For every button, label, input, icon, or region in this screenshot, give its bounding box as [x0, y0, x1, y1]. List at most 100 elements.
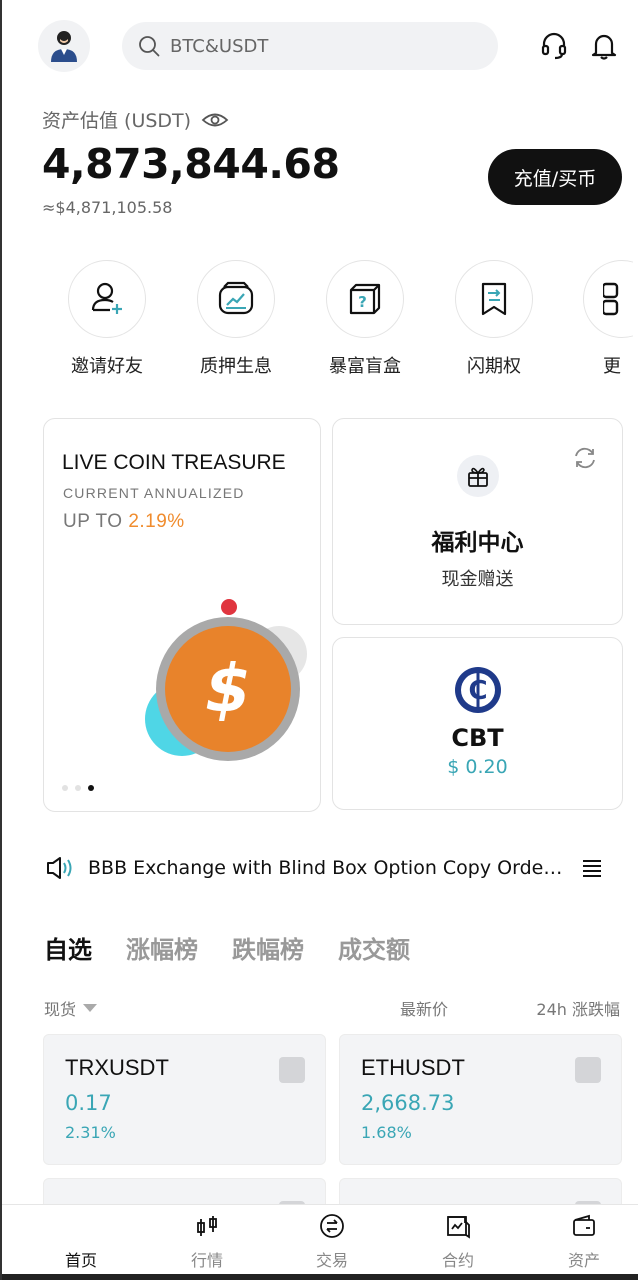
- search-placeholder: BTC&USDT: [170, 35, 269, 57]
- balance-value: 4,873,844.68: [42, 140, 340, 188]
- welfare-title: 福利中心: [431, 530, 524, 556]
- carousel-dot-active[interactable]: [88, 785, 94, 791]
- user-avatar-icon: [51, 31, 77, 62]
- ticker-price: 2,668.73: [361, 1091, 455, 1115]
- welfare-center-card[interactable]: 福利中心 现金赠送: [332, 418, 623, 625]
- notification-button[interactable]: [586, 28, 622, 64]
- carousel-dot[interactable]: [75, 785, 81, 791]
- bottom-nav: 首页 行情 交易 合约 资产: [2, 1204, 638, 1280]
- avatar[interactable]: [38, 20, 90, 72]
- nav-contract[interactable]: 合约: [413, 1205, 503, 1275]
- quick-action-label: 质押生息: [200, 356, 272, 377]
- list-header: 现货 最新价 24h 涨跌幅: [44, 994, 620, 1020]
- promo-title: LIVE COIN TREASURE: [62, 451, 286, 474]
- quick-action-label: 更: [603, 356, 621, 377]
- ticker-change: 2.31%: [65, 1123, 116, 1142]
- ticker-price: 0.17: [65, 1091, 112, 1115]
- nav-label: 交易: [315, 1251, 348, 1270]
- trade-exchange-icon: [287, 1213, 377, 1239]
- flash-option-icon: [481, 282, 507, 316]
- quick-action-circle: [68, 260, 146, 338]
- tab-favorites[interactable]: 自选: [44, 930, 92, 965]
- nav-assets[interactable]: 资产: [539, 1205, 629, 1275]
- search-icon: [139, 36, 160, 57]
- nav-home[interactable]: 首页: [36, 1205, 126, 1275]
- invite-user-icon: [91, 282, 122, 314]
- promo-rate: UP TO 2.19%: [63, 511, 185, 533]
- list-menu-icon[interactable]: [580, 857, 604, 879]
- quick-action-label: 暴富盲盒: [329, 356, 401, 377]
- refresh-icon[interactable]: [572, 445, 598, 471]
- chevron-down-icon: [83, 1004, 98, 1012]
- nav-trade[interactable]: 交易: [287, 1205, 377, 1275]
- change-header[interactable]: 24h 涨跌幅: [536, 996, 620, 1020]
- eye-icon[interactable]: [201, 111, 229, 129]
- ticker-symbol: TRXUSDT: [65, 1055, 169, 1080]
- market-candle-icon: [162, 1213, 252, 1239]
- quick-action-more[interactable]: 更: [573, 260, 633, 378]
- quick-action-circle: ?: [326, 260, 404, 338]
- quick-action-staking[interactable]: 质押生息: [186, 260, 286, 378]
- tab-gainers[interactable]: 涨幅榜: [126, 930, 198, 965]
- carousel-dot[interactable]: [62, 785, 68, 791]
- welfare-subtitle: 现金赠送: [441, 569, 514, 590]
- promo-subtitle: CURRENT ANNUALIZED: [63, 485, 245, 501]
- balance-fiat-value: ≈$4,871,105.58: [42, 198, 173, 217]
- nav-label: 资产: [567, 1251, 600, 1270]
- home-indicator: [2, 1274, 638, 1280]
- promo-rate-prefix: UP TO: [63, 511, 123, 532]
- ticker-change: 1.68%: [361, 1123, 412, 1142]
- ticker-card[interactable]: TRXUSDT 0.17 2.31%: [43, 1034, 326, 1165]
- favorite-checkbox[interactable]: [575, 1057, 601, 1083]
- nav-label: 首页: [64, 1251, 97, 1270]
- announcement-bar[interactable]: BBB Exchange with Blind Box Option Copy …: [46, 850, 612, 886]
- top-header: BTC&USDT: [38, 20, 622, 72]
- nav-label: 合约: [441, 1251, 474, 1270]
- customer-service-button[interactable]: [536, 28, 572, 64]
- app-screen: BTC&USDT 资产估值 (USDT) 4,873,844.68 ≈$4,87…: [0, 0, 638, 1280]
- carousel-dots[interactable]: [62, 785, 94, 791]
- balance-label: 资产估值 (USDT): [42, 110, 192, 132]
- balance-label-row: 资产估值 (USDT): [42, 106, 229, 133]
- quick-action-label: 邀请好友: [71, 356, 143, 377]
- market-tabs: 自选 涨幅榜 跌幅榜 成交额: [44, 930, 410, 965]
- spot-label: 现货: [44, 1000, 77, 1019]
- quick-action-flash-option[interactable]: 闪期权: [444, 260, 544, 378]
- gift-icon-wrap: [457, 455, 499, 497]
- deposit-buy-button[interactable]: 充值/买币: [488, 149, 622, 205]
- spot-dropdown[interactable]: 现货: [44, 996, 98, 1020]
- cbt-name: CBT: [451, 724, 504, 752]
- cbt-logo-icon: C: [455, 667, 501, 713]
- promo-banner[interactable]: LIVE COIN TREASURE CURRENT ANNUALIZED UP…: [43, 418, 321, 812]
- wallet-icon: [539, 1213, 629, 1239]
- announcement-text: BBB Exchange with Blind Box Option Copy …: [88, 857, 570, 879]
- staking-chart-icon: [218, 281, 254, 315]
- tab-volume[interactable]: 成交额: [338, 930, 410, 965]
- svg-text:?: ?: [358, 293, 367, 311]
- gift-icon: [468, 467, 488, 487]
- promo-rate-value: 2.19%: [128, 511, 185, 532]
- favorite-checkbox[interactable]: [279, 1057, 305, 1083]
- tab-losers[interactable]: 跌幅榜: [232, 930, 304, 965]
- speaker-icon: [47, 857, 72, 879]
- ticker-symbol: ETHUSDT: [361, 1055, 465, 1080]
- coin-symbol: $: [205, 650, 251, 727]
- quick-action-label: 闪期权: [467, 356, 521, 377]
- quick-action-circle: [583, 260, 633, 338]
- quick-action-mystery-box[interactable]: ? 暴富盲盒: [315, 260, 415, 378]
- mystery-box-icon: ?: [349, 283, 381, 315]
- last-price-header[interactable]: 最新价: [400, 996, 448, 1020]
- more-icon: [603, 282, 619, 316]
- ticker-card[interactable]: ETHUSDT 2,668.73 1.68%: [339, 1034, 622, 1165]
- search-input[interactable]: BTC&USDT: [122, 22, 498, 70]
- quick-action-circle: [455, 260, 533, 338]
- headset-icon: [541, 32, 567, 60]
- cbt-token-card[interactable]: C CBT $ 0.20: [332, 637, 623, 810]
- quick-action-invite[interactable]: 邀请好友: [57, 260, 157, 378]
- cbt-price: $ 0.20: [447, 756, 508, 778]
- quick-action-circle: [197, 260, 275, 338]
- nav-market[interactable]: 行情: [162, 1205, 252, 1275]
- home-icon: [36, 1213, 126, 1239]
- contract-icon: [413, 1213, 503, 1239]
- bell-icon: [591, 34, 617, 60]
